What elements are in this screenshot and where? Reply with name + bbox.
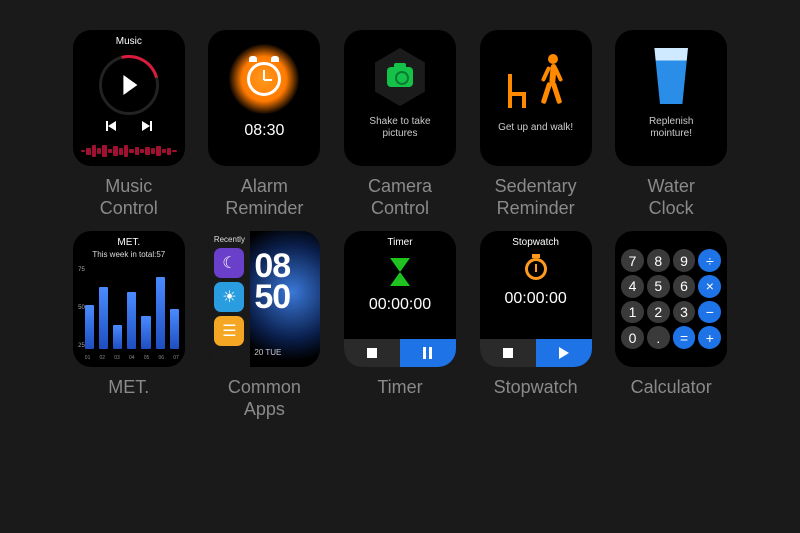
label-apps: Common Apps [228, 377, 301, 420]
tile-stopwatch[interactable]: Stopwatch 00:00:00 Stopwatch [477, 231, 595, 420]
calc-key-−[interactable]: − [698, 301, 721, 324]
calc-key-=[interactable]: = [673, 326, 696, 349]
camera-caption: Shake to take pictures [369, 116, 430, 140]
play-icon [559, 347, 569, 359]
calc-key-0[interactable]: 0 [621, 326, 644, 349]
stopwatch-stop-button[interactable] [480, 339, 536, 367]
tile-met[interactable]: MET. This week in total:57 755025 010203… [70, 231, 188, 420]
timer-header: Timer [387, 237, 412, 248]
label-stopwatch: Stopwatch [494, 377, 578, 399]
music-header: Music [116, 36, 142, 47]
met-bar [156, 277, 165, 349]
met-bar [141, 316, 150, 350]
alarm-time: 08:30 [244, 122, 284, 140]
stopwatch-header: Stopwatch [512, 237, 559, 248]
calc-key-5[interactable]: 5 [647, 275, 670, 298]
tile-timer[interactable]: Timer 00:00:00 Timer [341, 231, 459, 420]
calc-key-÷[interactable]: ÷ [698, 249, 721, 272]
watch-stopwatch: Stopwatch 00:00:00 [480, 231, 592, 367]
music-progress-ring [99, 55, 159, 115]
watchface-earth: 0850 20 TUE [250, 231, 320, 367]
label-timer: Timer [377, 377, 422, 399]
hourglass-icon [390, 258, 410, 286]
tile-camera[interactable]: Shake to take pictures Camera Control [341, 30, 459, 219]
watch-timer: Timer 00:00:00 [344, 231, 456, 367]
label-music: Music Control [100, 176, 158, 219]
timer-value: 00:00:00 [369, 296, 431, 314]
label-sedentary: Sedentary Reminder [495, 176, 577, 219]
watchface-date: 20 TUE [254, 348, 281, 357]
camera-icon [387, 67, 413, 87]
calc-key-+[interactable]: + [698, 326, 721, 349]
timer-pause-button[interactable] [400, 339, 456, 367]
prev-track-icon[interactable] [106, 121, 116, 131]
tile-water[interactable]: Replenish mointure! Water Clock [612, 30, 730, 219]
calc-key-8[interactable]: 8 [647, 249, 670, 272]
chair-icon [508, 74, 530, 108]
met-bar [127, 292, 136, 350]
calc-key-1[interactable]: 1 [621, 301, 644, 324]
calc-key-7[interactable]: 7 [621, 249, 644, 272]
recent-apps-drawer[interactable]: Recently ☾ ☀ ☰ [208, 231, 250, 367]
tile-music[interactable]: Music Music Control [70, 30, 188, 219]
watch-calculator: 789÷ 456× 123− 0.=+ [615, 231, 727, 367]
watchface-time: 0850 [254, 251, 290, 312]
calc-key-6[interactable]: 6 [673, 275, 696, 298]
next-track-icon[interactable] [142, 121, 152, 131]
stopwatch-icon [525, 258, 547, 280]
hexagon-frame [371, 48, 429, 106]
label-camera: Camera Control [368, 176, 432, 219]
pause-icon [423, 347, 432, 359]
watch-met: MET. This week in total:57 755025 010203… [73, 231, 185, 367]
watch-water: Replenish mointure! [615, 30, 727, 166]
stop-icon [367, 348, 377, 358]
label-met: MET. [108, 377, 149, 399]
calc-key-2[interactable]: 2 [647, 301, 670, 324]
stopwatch-value: 00:00:00 [504, 290, 566, 308]
sedentary-caption: Get up and walk! [498, 122, 573, 134]
alarm-clock-icon [247, 62, 281, 96]
calc-key-×[interactable]: × [698, 275, 721, 298]
met-bar [99, 287, 108, 349]
calc-key-3[interactable]: 3 [673, 301, 696, 324]
moon-app-icon[interactable]: ☾ [214, 248, 244, 278]
tile-sedentary[interactable]: Get up and walk! Sedentary Reminder [477, 30, 595, 219]
met-header: MET. [117, 237, 140, 248]
watch-alarm: 08:30 [208, 30, 320, 166]
met-y-axis: 755025 [75, 267, 85, 349]
met-bar-chart [85, 269, 179, 349]
waveform-icon [81, 144, 177, 158]
met-subtitle: This week in total:57 [92, 250, 165, 259]
apps-header: Recently [212, 235, 246, 244]
stack-app-icon[interactable]: ☰ [214, 316, 244, 346]
met-bar [85, 305, 94, 349]
stop-icon [503, 348, 513, 358]
met-x-axis: 01020304050607 [85, 355, 179, 361]
stopwatch-start-button[interactable] [536, 339, 592, 367]
calc-key-4[interactable]: 4 [621, 275, 644, 298]
alarm-glow [229, 44, 299, 114]
watch-apps: Recently ☾ ☀ ☰ 0850 20 TUE [208, 231, 320, 367]
walking-person-icon [536, 54, 564, 108]
watch-sedentary: Get up and walk! [480, 30, 592, 166]
weather-app-icon[interactable]: ☀ [214, 282, 244, 312]
play-icon[interactable] [123, 75, 137, 95]
water-glass-icon [651, 48, 691, 104]
label-alarm: Alarm Reminder [225, 176, 303, 219]
label-water: Water Clock [648, 176, 695, 219]
tile-apps[interactable]: Recently ☾ ☀ ☰ 0850 20 TUE Common Apps [206, 231, 324, 420]
tile-alarm[interactable]: 08:30 Alarm Reminder [206, 30, 324, 219]
calc-key-.[interactable]: . [647, 326, 670, 349]
timer-stop-button[interactable] [344, 339, 400, 367]
watch-camera: Shake to take pictures [344, 30, 456, 166]
met-bar [113, 325, 122, 349]
watch-feature-grid: Music Music Control 08:30 Ala [0, 0, 800, 440]
calc-key-9[interactable]: 9 [673, 249, 696, 272]
calculator-keypad: 789÷ 456× 123− 0.=+ [615, 231, 727, 367]
watch-music: Music [73, 30, 185, 166]
met-bar [170, 309, 179, 349]
tile-calculator[interactable]: 789÷ 456× 123− 0.=+ Calculator [612, 231, 730, 420]
water-caption: Replenish mointure! [649, 116, 693, 140]
label-calculator: Calculator [631, 377, 712, 399]
